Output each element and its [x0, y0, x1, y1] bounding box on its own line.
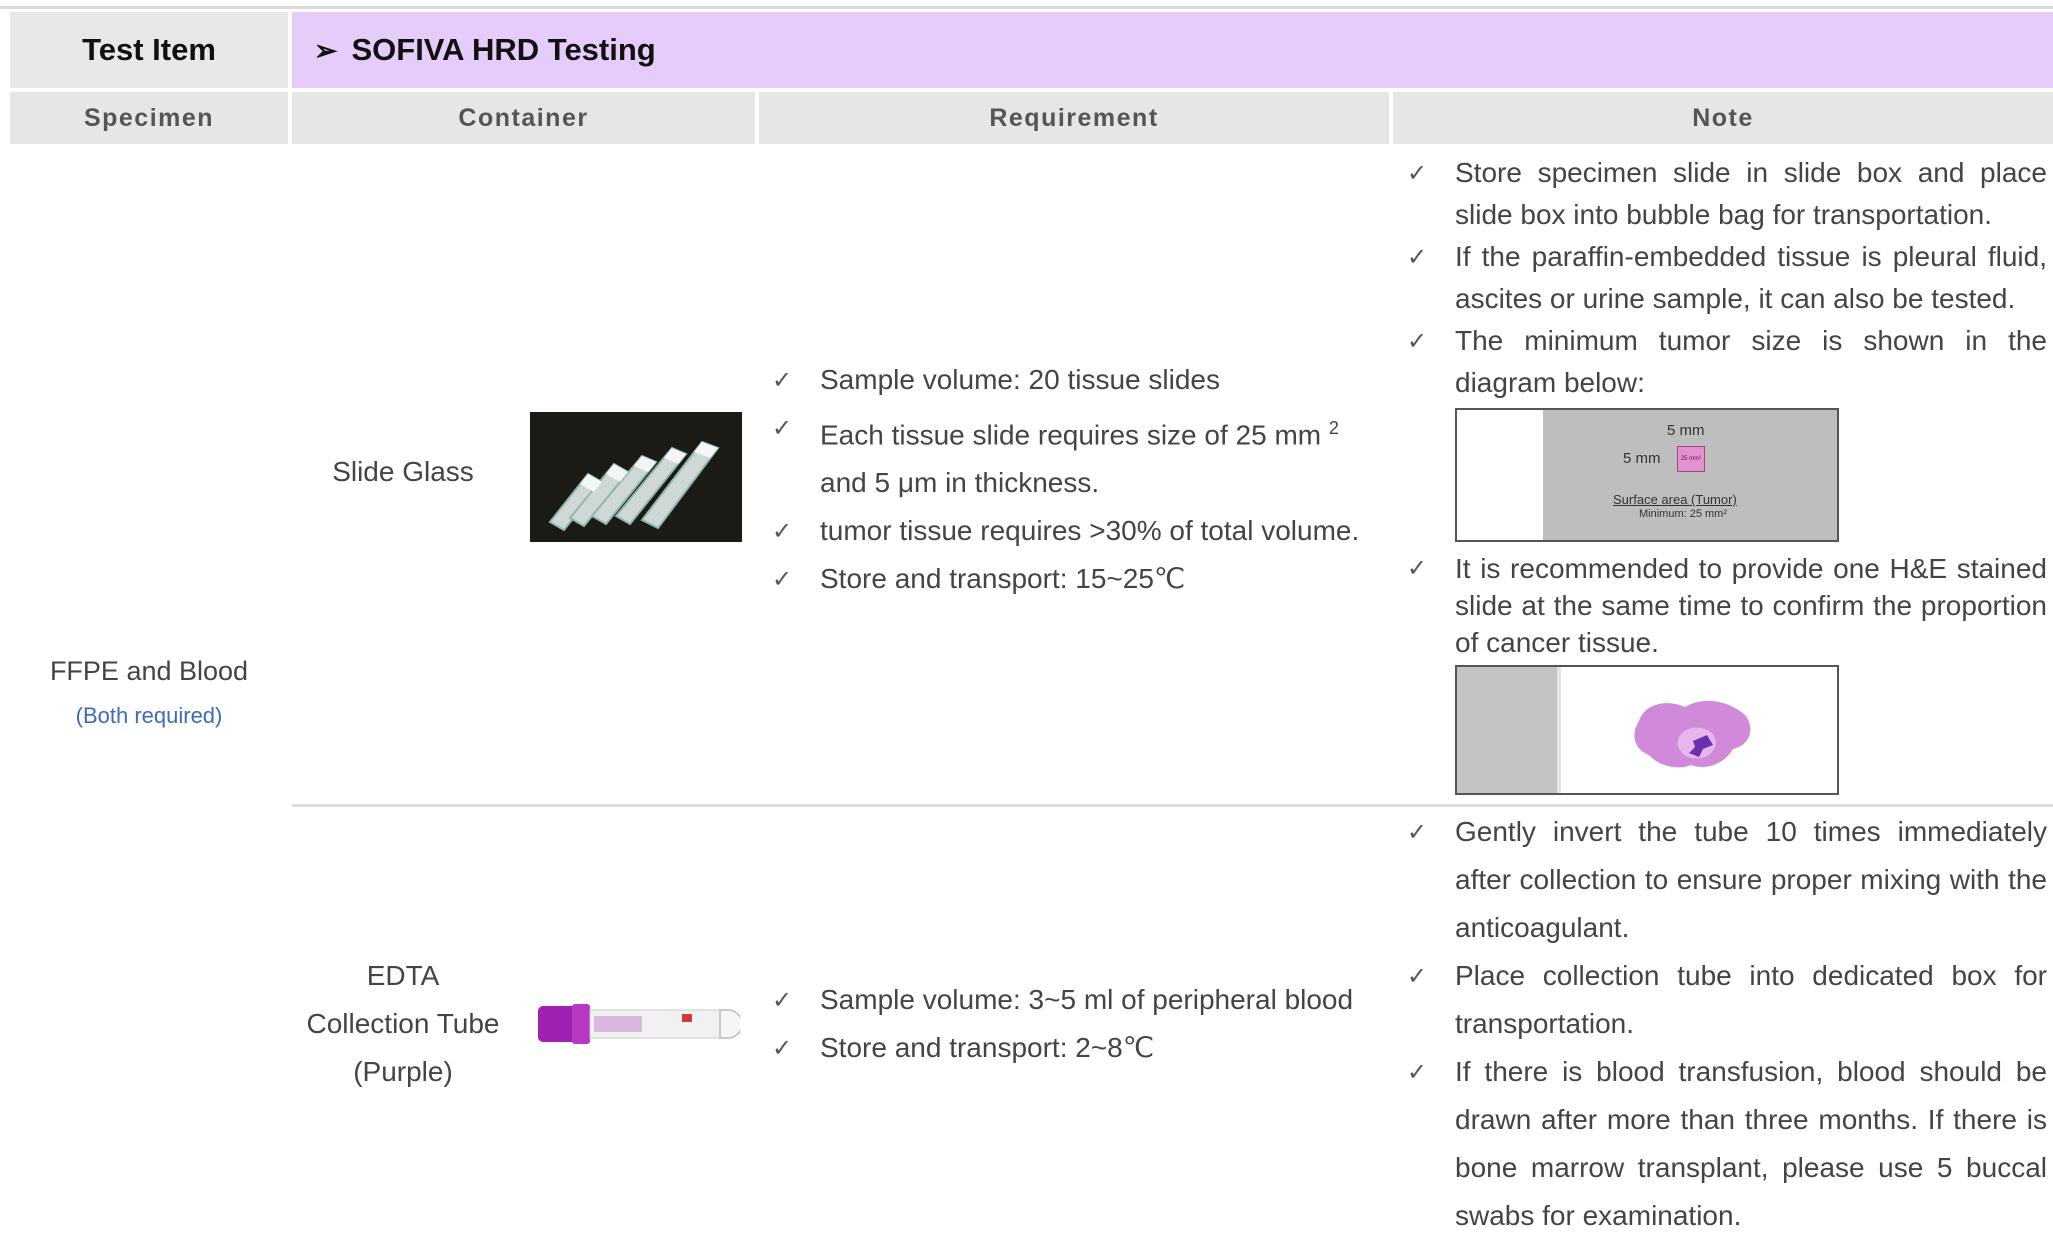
requirement-item: ✓ Sample volume: 3~5 ml of peripheral blo…	[772, 976, 1382, 1024]
row-divider	[292, 804, 2053, 807]
note-item: ✓ If there is blood transfusion, blood sh…	[1407, 1048, 2047, 1240]
check-icon: ✓	[772, 517, 793, 546]
container-label-edta-tube: EDTA Collection Tube (Purple)	[306, 960, 500, 1087]
specimen-sub-label: (Both required)	[75, 703, 223, 728]
specimen-requirements-page: Test Item ➢ SOFIVA HRD Testing Specimen …	[0, 0, 2053, 1237]
notes-slide-glass: ✓ Store specimen slide in slide box and p…	[1407, 152, 2047, 795]
slide-glass-photo	[530, 412, 742, 542]
tumor-side-top: 5 mm	[1667, 422, 1705, 439]
requirements-slide-glass: ✓ Sample volume: 20 tissue slides ✓ Each t…	[772, 356, 1382, 603]
test-name-banner: ➢ SOFIVA HRD Testing	[292, 12, 2053, 88]
check-icon: ✓	[772, 565, 793, 594]
tumor-side-left: 5 mm	[1623, 450, 1661, 467]
notes-edta-tube: ✓ Gently invert the tube 10 times immedia…	[1407, 808, 2047, 1240]
requirement-item: ✓ Store and transport: 2~8℃	[772, 1024, 1382, 1072]
note-item: ✓ Place collection tube into dedicated bo…	[1407, 952, 2047, 1048]
note-item: ✓ The minimum tumor size is shown in the …	[1407, 320, 2047, 404]
note-item: ✓ Store specimen slide in slide box and p…	[1407, 152, 2047, 236]
top-divider	[0, 6, 2053, 9]
he-stained-slide-diagram	[1455, 665, 1839, 795]
specimen-cell: FFPE and Blood (Both required)	[10, 148, 288, 1237]
column-header-container: Container	[292, 92, 755, 144]
note-item: ✓ Gently invert the tube 10 times immedia…	[1407, 808, 2047, 952]
requirement-item: ✓ tumor tissue requires >30% of total vol…	[772, 507, 1382, 555]
edta-tube-photo	[538, 1004, 740, 1044]
container-label-slide-glass: Slide Glass	[332, 456, 474, 487]
check-icon: ✓	[772, 414, 793, 442]
requirement-item: ✓ Store and transport: 15~25℃	[772, 555, 1382, 603]
requirement-item: ✓ Sample volume: 20 tissue slides	[772, 356, 1382, 404]
tumor-size-diagram: 5 mm 5 mm 25 mm² Surface area (Tumor) Mi…	[1455, 408, 1839, 542]
check-icon: ✓	[772, 1034, 793, 1062]
requirements-edta-tube: ✓ Sample volume: 3~5 ml of peripheral blo…	[772, 976, 1382, 1072]
check-icon: ✓	[1407, 554, 1428, 582]
check-icon: ✓	[1407, 1058, 1428, 1086]
check-icon: ✓	[1407, 327, 1428, 355]
specimen-label: FFPE and Blood	[49, 656, 249, 686]
requirement-item: ✓ Each tissue slide requires size of 25 m…	[772, 404, 1382, 507]
he-tissue-stain	[1634, 700, 1751, 768]
test-name: SOFIVA HRD Testing	[351, 32, 656, 67]
column-header-requirement: Requirement	[759, 92, 1389, 144]
note-item: ✓ If the paraffin-embedded tissue is pleu…	[1407, 236, 2047, 320]
arrow-bullet-icon: ➢	[314, 34, 338, 66]
check-icon: ✓	[1407, 818, 1428, 846]
note-item: ✓ It is recommended to provide one H&E st…	[1407, 550, 2047, 661]
check-icon: ✓	[772, 986, 793, 1014]
test-item-header: Test Item	[10, 12, 288, 88]
check-icon: ✓	[772, 366, 793, 394]
check-icon: ✓	[1407, 962, 1428, 990]
check-icon: ✓	[1407, 243, 1428, 271]
tumor-square: 25 mm²	[1677, 446, 1705, 472]
column-header-note: Note	[1393, 92, 2053, 144]
tumor-minimum: Minimum: 25 mm²	[1639, 508, 1728, 520]
check-icon: ✓	[1407, 159, 1428, 187]
column-header-specimen: Specimen	[10, 92, 288, 144]
tumor-caption: Surface area (Tumor)	[1613, 492, 1737, 507]
